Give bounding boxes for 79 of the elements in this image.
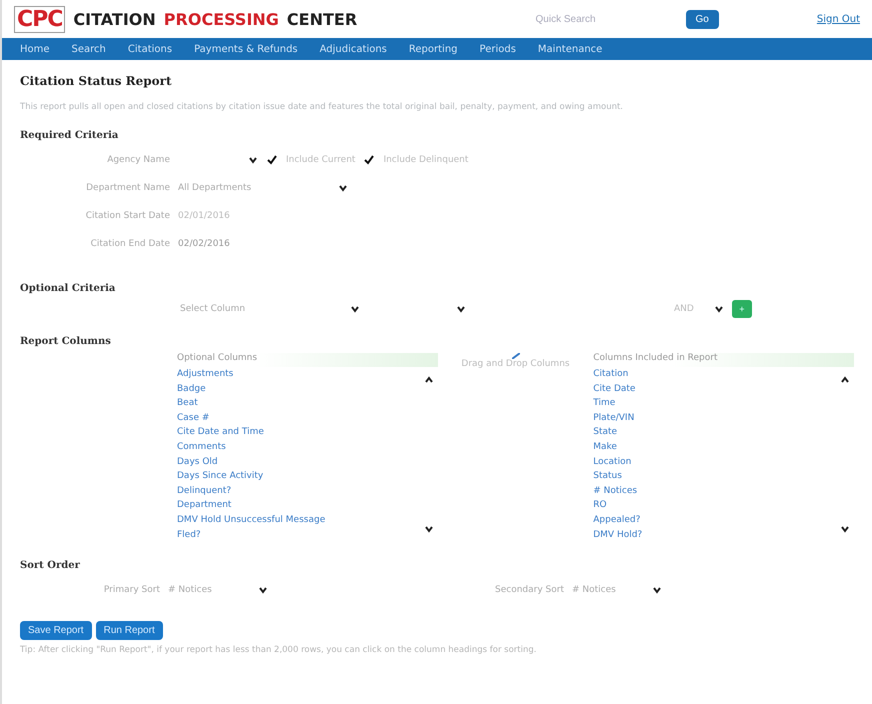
checkbox[interactable]: [363, 154, 376, 166]
nav-item[interactable]: Adjudications: [320, 44, 387, 54]
column-item[interactable]: Delinquent?: [177, 484, 424, 498]
scroll-up-icon[interactable]: [840, 375, 850, 385]
column-item[interactable]: Beat: [177, 396, 424, 411]
column-item[interactable]: Cite Date and Time: [177, 425, 424, 440]
nav-item[interactable]: Periods: [480, 44, 516, 54]
column-item[interactable]: Make: [593, 440, 840, 455]
column-item[interactable]: Time: [593, 396, 840, 411]
sign-out-link[interactable]: Sign Out: [816, 14, 860, 24]
dropdown[interactable]: Select Column: [180, 304, 360, 314]
column-item[interactable]: Status: [593, 469, 840, 484]
site-title: CITATION: [73, 10, 156, 28]
dropdown[interactable]: # Notices: [572, 585, 662, 596]
field-label: Department Name: [85, 183, 170, 193]
nav-item[interactable]: Citations: [128, 44, 172, 54]
section-heading: Optional Criteria: [20, 283, 116, 294]
checkbox[interactable]: [266, 154, 278, 166]
column-item[interactable]: Badge: [177, 382, 424, 396]
column-item[interactable]: Adjustments: [177, 367, 424, 382]
logo: CPC: [14, 6, 66, 32]
dropdown[interactable]: All Departments: [178, 183, 348, 193]
scroll-up-icon[interactable]: [424, 375, 434, 385]
column-item[interactable]: Comments: [177, 440, 424, 455]
chevron-down-icon[interactable]: [258, 585, 268, 596]
column-item[interactable]: State: [593, 425, 840, 440]
column-item[interactable]: Citation: [593, 367, 840, 382]
column-item[interactable]: Cite Date: [593, 382, 840, 396]
page-title: Citation Status Report: [20, 74, 172, 88]
column-item[interactable]: RO: [593, 498, 840, 513]
section-heading: Required Criteria: [20, 130, 120, 141]
field-label: Secondary Sort: [494, 585, 564, 596]
chevron-down-icon[interactable]: [338, 183, 348, 193]
field-label: Agency Name: [106, 155, 170, 165]
column-item[interactable]: Location: [593, 454, 840, 470]
site-title: PROCESSING: [164, 10, 279, 28]
nav-item[interactable]: Home: [20, 44, 50, 54]
conjunction-label: AND: [674, 304, 694, 314]
column-item[interactable]: Fled?: [177, 528, 424, 542]
column-item[interactable]: DMV Hold?: [593, 528, 840, 542]
column-item[interactable]: Plate/VIN: [593, 410, 840, 426]
column-item[interactable]: Appealed?: [593, 512, 840, 528]
site-title: CENTER: [286, 10, 358, 28]
list-header: Optional Columns: [177, 353, 438, 367]
nav-item[interactable]: Maintenance: [538, 44, 602, 54]
field-label: Citation Start Date: [84, 211, 170, 221]
column-item[interactable]: # Notices: [593, 484, 840, 498]
column-item[interactable]: Days Since Activity: [177, 469, 424, 484]
chevron-down-icon[interactable]: [350, 304, 360, 314]
column-item[interactable]: Days Old: [177, 454, 424, 470]
chevron-down-icon[interactable]: [714, 304, 724, 314]
drag-hint: Drag and Drop Columns: [461, 359, 570, 369]
chevron-down-icon[interactable]: [652, 585, 662, 596]
column-item[interactable]: Department: [177, 498, 424, 513]
chevron-down-icon[interactable]: [456, 304, 466, 314]
field-label: Citation End Date: [90, 239, 170, 249]
section-heading: Report Columns: [20, 336, 112, 347]
column-item[interactable]: Case #: [177, 410, 424, 426]
nav-item[interactable]: Reporting: [408, 44, 458, 54]
date-field[interactable]: 02/02/2016: [178, 239, 230, 249]
description: This report pulls all open and closed citations by citation issue date and features the total original bail, penalty, payment, and owing amount.: [20, 102, 624, 112]
checkbox-label: Include Current: [286, 155, 356, 165]
nav-item[interactable]: Search: [72, 44, 106, 54]
add-button[interactable]: +: [732, 300, 752, 318]
save-button[interactable]: Save Report: [20, 620, 92, 640]
field-label: Primary Sort: [102, 585, 160, 596]
go-button[interactable]: Go: [686, 10, 719, 28]
dropdown[interactable]: # Notices: [168, 585, 268, 596]
nav-item[interactable]: Payments & Refunds: [194, 44, 298, 54]
column-item[interactable]: DMV Hold Unsuccessful Message: [177, 512, 424, 528]
run-button[interactable]: Run Report: [96, 620, 163, 640]
chevron-down-icon[interactable]: [840, 524, 850, 534]
tip-text: Tip: After clicking "Run Report", if your report has less than 2,000 rows, you can click on the column headings for sorting.: [20, 645, 538, 656]
list-header: Columns Included in Report: [593, 353, 854, 367]
chevron-down-icon[interactable]: [248, 155, 258, 165]
section-heading: Sort Order: [20, 560, 81, 572]
drag-icon: [512, 353, 520, 359]
chevron-down-icon[interactable]: [424, 524, 434, 534]
checkbox-label: Include Delinquent: [383, 155, 468, 165]
